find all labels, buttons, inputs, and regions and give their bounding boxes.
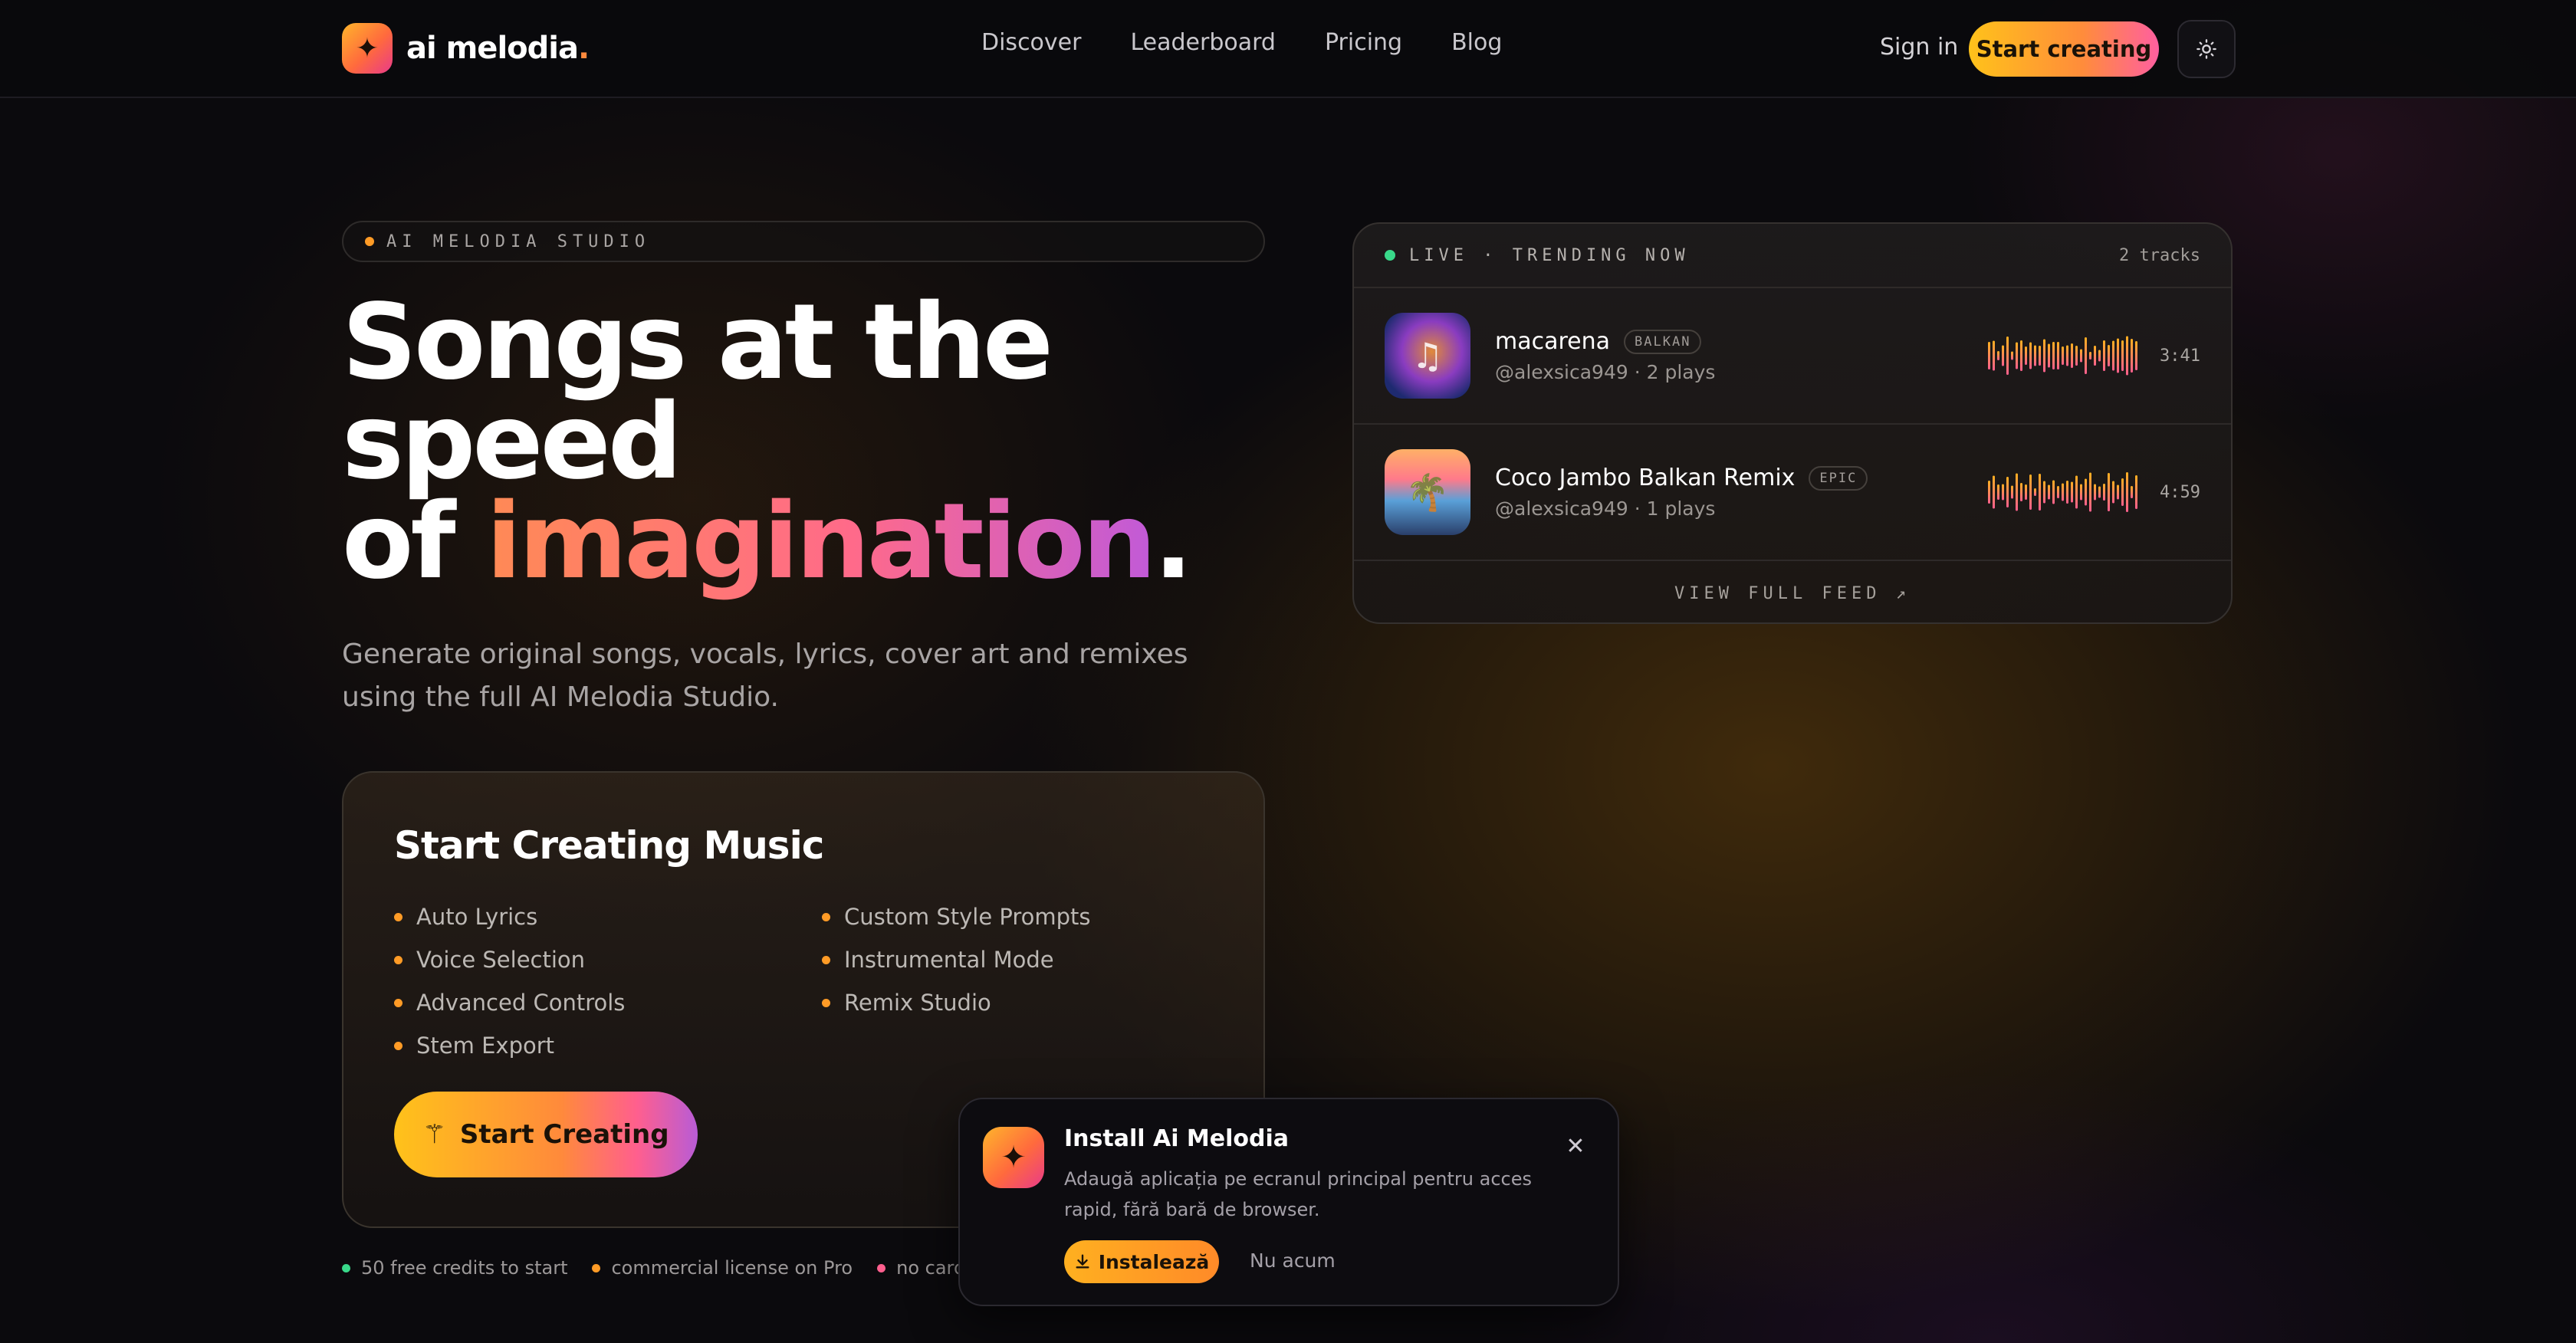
card-title: Start Creating Music: [394, 823, 824, 868]
feature-item: Remix Studio: [822, 981, 1091, 1024]
track-row[interactable]: ♫ macarena BALKAN @alexsica949 · 2 plays…: [1354, 288, 2231, 425]
track-duration: 3:41: [2160, 346, 2200, 366]
theme-toggle-button[interactable]: [2177, 20, 2236, 78]
toast-title: Install Ai Melodia: [1064, 1125, 1290, 1152]
install-button[interactable]: Instalează: [1064, 1240, 1219, 1283]
track-row[interactable]: 🌴 Coco Jambo Balkan Remix EPIC @alexsica…: [1354, 425, 2231, 561]
sparkle-app-icon: ✦: [983, 1127, 1044, 1188]
not-now-button[interactable]: Nu acum: [1250, 1249, 1336, 1272]
bullet-icon: [394, 998, 402, 1007]
hero-headline: Songs at the speed of imagination.: [342, 291, 1193, 594]
headline-period: .: [1153, 481, 1194, 603]
music-note-icon: ♫: [1411, 335, 1444, 376]
track-info: macarena BALKAN @alexsica949 · 2 plays: [1495, 328, 1715, 383]
track-title[interactable]: macarena: [1495, 328, 1610, 355]
start-creating-button[interactable]: ⚚ Start Creating: [394, 1092, 698, 1177]
bullet-icon: [822, 998, 830, 1007]
trending-header: LIVE · TRENDING NOW 2 tracks: [1354, 224, 2231, 288]
download-icon: [1076, 1254, 1089, 1269]
trending-label: LIVE · TRENDING NOW: [1409, 245, 1690, 265]
genre-tag: BALKAN: [1624, 329, 1702, 354]
nav-link-discover[interactable]: Discover: [981, 29, 1081, 56]
studio-badge: AI MELODIA STUDIO: [342, 221, 1265, 262]
headline-highlight: imagination: [485, 481, 1157, 603]
perk-item: 50 free credits to start: [342, 1257, 567, 1279]
bullet-icon: [822, 955, 830, 964]
feature-item: Custom Style Prompts: [822, 895, 1091, 938]
logo-text: ai melodia.: [406, 31, 590, 66]
feature-item: Stem Export: [394, 1024, 625, 1067]
waveform-icon: [1988, 336, 2138, 376]
track-count: 2 tracks: [2119, 245, 2200, 265]
bullet-icon: [394, 912, 402, 921]
live-indicator-dot: [1385, 250, 1395, 261]
track-meta: @alexsica949 · 1 plays: [1495, 497, 1716, 520]
headline-line-3-prefix: of: [342, 481, 486, 603]
nav-link-pricing[interactable]: Pricing: [1325, 29, 1402, 56]
track-title[interactable]: Coco Jambo Balkan Remix: [1495, 465, 1795, 491]
hero-subtitle: Generate original songs, vocals, lyrics,…: [342, 639, 1188, 713]
install-button-label: Instalează: [1098, 1250, 1210, 1273]
track-meta: @alexsica949 · 2 plays: [1495, 361, 1716, 383]
trending-panel: LIVE · TRENDING NOW 2 tracks ♫ macarena …: [1352, 222, 2233, 624]
track-duration: 4:59: [2160, 482, 2200, 502]
track-cover-art: ♫: [1385, 313, 1470, 399]
sign-in-link[interactable]: Sign in: [1880, 34, 1958, 61]
bullet-icon: [822, 912, 830, 921]
nav-link-leaderboard[interactable]: Leaderboard: [1130, 29, 1276, 56]
track-info: Coco Jambo Balkan Remix EPIC @alexsica94…: [1495, 465, 1868, 520]
feature-item: Advanced Controls: [394, 981, 625, 1024]
palm-tree-icon: 🌴: [1405, 471, 1450, 513]
sparkle-logo-icon: ✦: [342, 23, 393, 74]
badge-dot: [365, 237, 374, 246]
perk-dot: [592, 1263, 601, 1272]
logo[interactable]: ✦ ai melodia.: [342, 23, 590, 74]
sun-icon: [2196, 39, 2216, 59]
start-creating-nav-button[interactable]: Start creating: [1969, 21, 2159, 77]
studio-badge-label: AI MELODIA STUDIO: [386, 231, 651, 251]
waveform-icon: [1988, 472, 2138, 512]
feature-list-left: Auto Lyrics Voice Selection Advanced Con…: [394, 895, 625, 1067]
start-creating-button-label: Start Creating: [459, 1119, 669, 1150]
view-full-feed-link[interactable]: VIEW FULL FEED ↗: [1354, 561, 2231, 622]
feature-item: Voice Selection: [394, 938, 625, 981]
nav-links: Discover Leaderboard Pricing Blog: [981, 29, 1502, 56]
genre-tag: EPIC: [1809, 465, 1868, 491]
feature-item: Auto Lyrics: [394, 895, 625, 938]
perk-item: commercial license on Pro: [592, 1257, 853, 1279]
feature-item: Instrumental Mode: [822, 938, 1091, 981]
perk-dot: [342, 1263, 350, 1272]
magic-wand-icon: ⚚: [422, 1119, 446, 1150]
bullet-icon: [394, 1041, 402, 1050]
toast-description: Adaugă aplicația pe ecranul principal pe…: [1064, 1168, 1532, 1220]
track-cover-art: 🌴: [1385, 449, 1470, 535]
perks-row: 50 free credits to start commercial lice…: [342, 1257, 990, 1279]
feature-list-right: Custom Style Prompts Instrumental Mode R…: [822, 895, 1091, 1024]
perk-dot: [877, 1263, 886, 1272]
nav-link-blog[interactable]: Blog: [1451, 29, 1502, 56]
top-navbar: ✦ ai melodia. Discover Leaderboard Prici…: [0, 0, 2576, 98]
install-app-toast: ✦ Install Ai Melodia Adaugă aplicația pe…: [958, 1098, 1619, 1306]
close-icon[interactable]: ✕: [1558, 1128, 1593, 1164]
bullet-icon: [394, 955, 402, 964]
